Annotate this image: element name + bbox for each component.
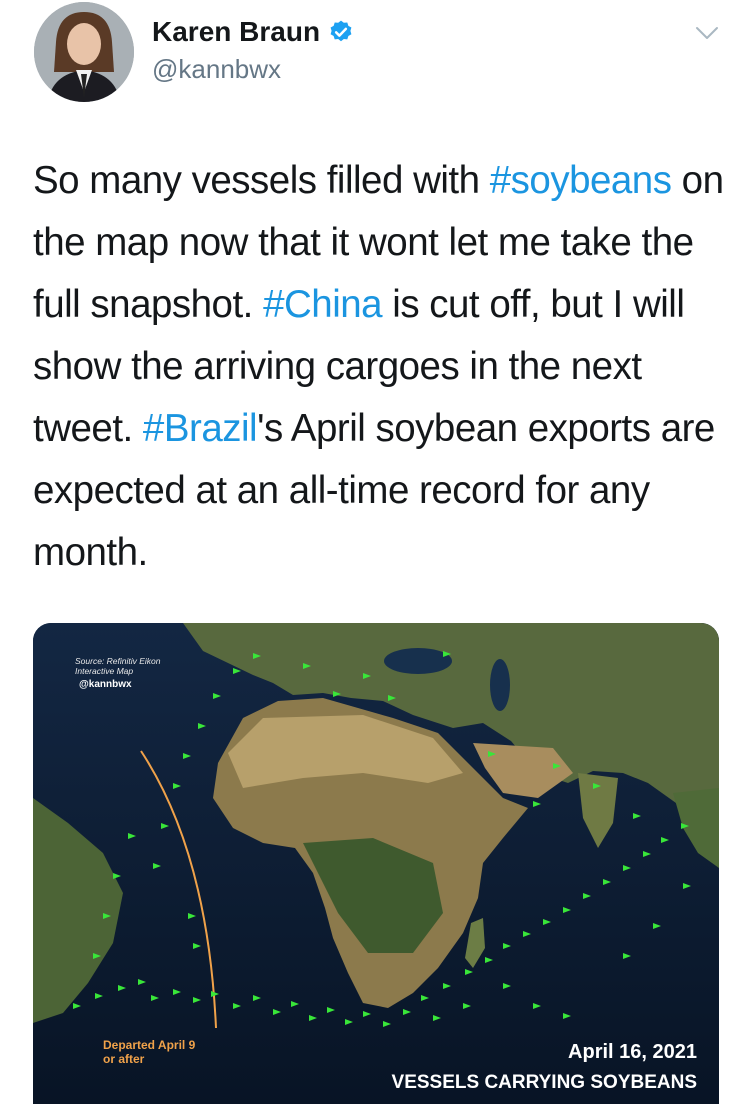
chevron-down-icon[interactable]	[694, 22, 720, 44]
hashtag-link[interactable]: #soybeans	[490, 159, 672, 202]
route-label-line: or after	[103, 1052, 145, 1066]
hashtag-link[interactable]: #Brazil	[143, 407, 258, 450]
tweet-text-segment: So many vessels filled with	[33, 159, 490, 202]
hashtag-link[interactable]: #China	[263, 283, 383, 326]
author-handle[interactable]: @kannbwx	[152, 54, 281, 85]
vessel-map	[33, 623, 719, 1104]
black-sea	[384, 648, 452, 674]
map-date: April 16, 2021	[568, 1041, 697, 1063]
profile-photo	[34, 2, 134, 102]
route-label: Departed April 9 or after	[103, 1038, 195, 1066]
author-name-row: Karen Braun	[152, 16, 354, 48]
map-watermark: @kannbwx	[79, 679, 132, 690]
map-caption: VESSELS CARRYING SOYBEANS	[391, 1072, 697, 1093]
map-source-line: Source: Refinitiv Eikon	[75, 656, 161, 666]
caspian-sea	[490, 659, 510, 711]
map-source-note: Source: Refinitiv Eikon Interactive Map	[75, 656, 161, 676]
verified-badge-icon	[330, 20, 352, 42]
tweet-text: So many vessels filled with #soybeans on…	[33, 150, 733, 584]
route-label-line: Departed April 9	[103, 1038, 196, 1052]
avatar[interactable]	[34, 2, 134, 102]
tweet-media-image[interactable]: Source: Refinitiv Eikon Interactive Map …	[33, 623, 719, 1104]
map-source-line: Interactive Map	[75, 666, 134, 676]
display-name[interactable]: Karen Braun	[152, 16, 320, 48]
